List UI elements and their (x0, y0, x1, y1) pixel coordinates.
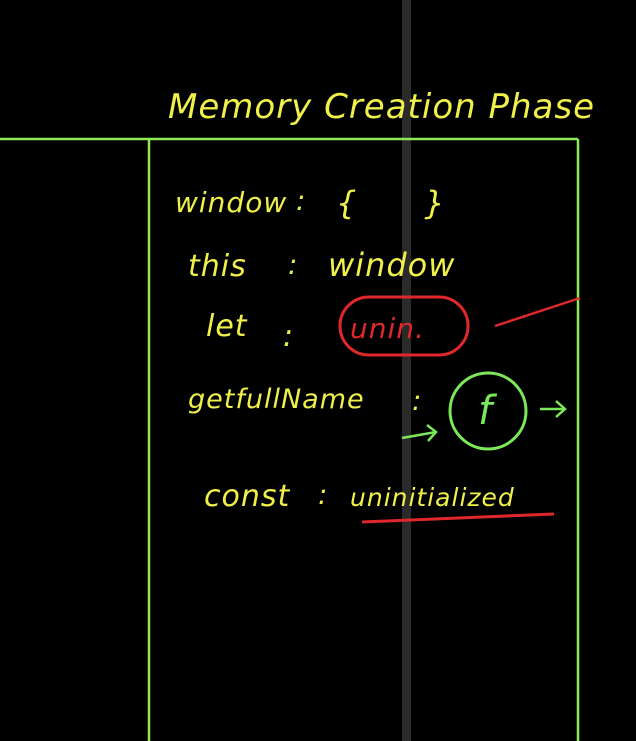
entry-window-sep: : (296, 184, 306, 217)
memory-phase-diagram: Memory Creation Phase window : { } this … (0, 0, 636, 741)
entry-window-key: window (175, 186, 287, 219)
entry-this-key: this (188, 249, 247, 284)
entry-const-key: const (204, 479, 290, 514)
entry-let-value: unin. (350, 312, 425, 345)
entry-let-sep: : (283, 319, 294, 354)
entry-getfullname-sep: : (412, 384, 422, 417)
entry-this-sep: : (288, 248, 298, 281)
entry-const-sep: : (318, 478, 328, 511)
diagram-title: Memory Creation Phase (168, 87, 595, 127)
entry-getfullname-key: getfullName (188, 384, 365, 415)
entry-const-value: uninitialized (350, 483, 515, 512)
entry-this-value: window (328, 246, 455, 284)
entry-window-value: { } (336, 184, 446, 222)
entry-let-key: let (206, 309, 248, 344)
